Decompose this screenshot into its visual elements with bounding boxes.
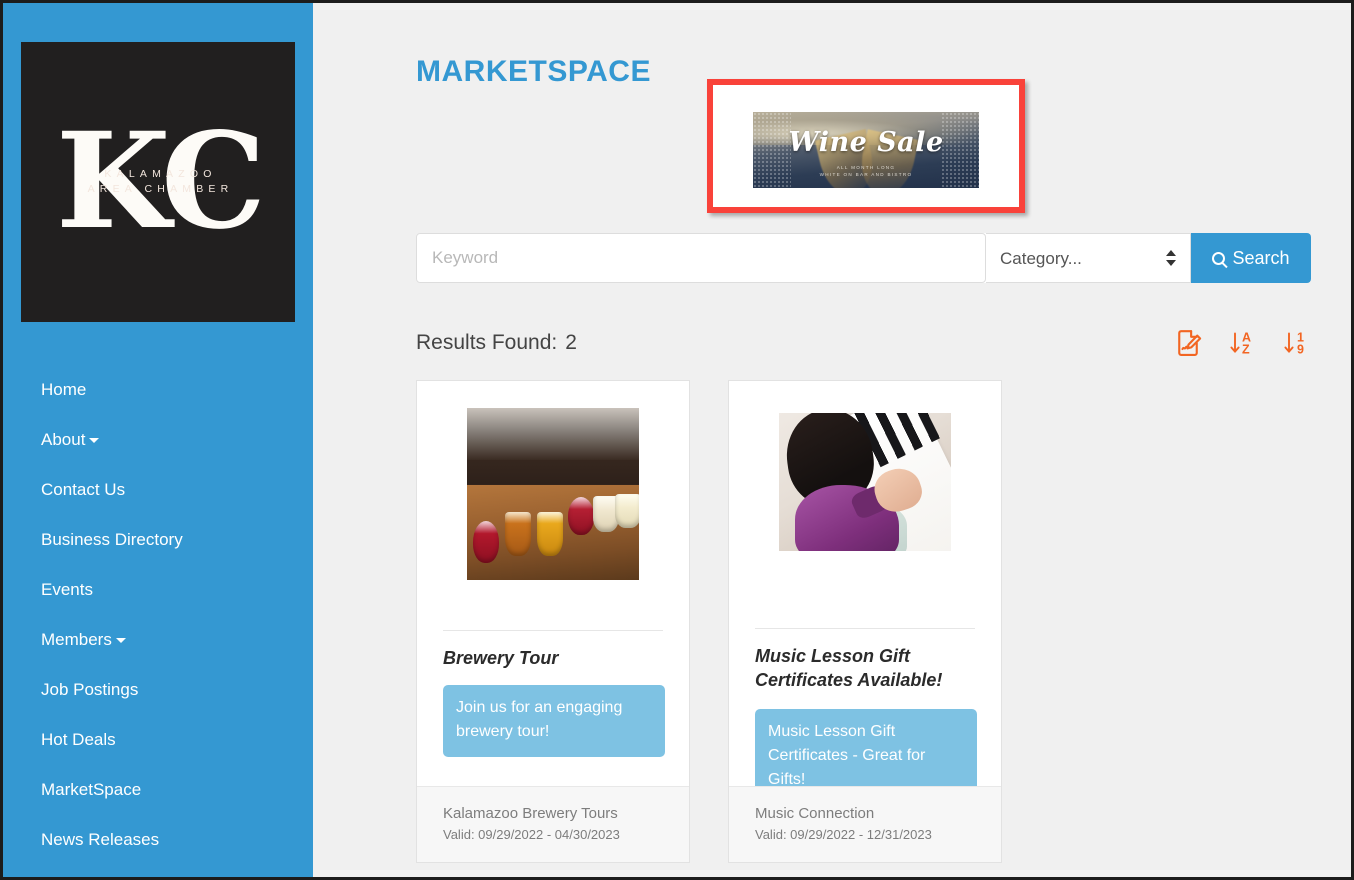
ad-highlight-box: Wine Sale ALL MONTH LONG WHITE ON BAR AN…	[707, 79, 1025, 213]
sidebar-item-news-releases[interactable]: News Releases	[3, 815, 313, 865]
card-image	[467, 408, 639, 580]
page-title: MARKETSPACE	[416, 55, 651, 88]
browser-viewport: KC KALAMAZOO AREA CHAMBER Home About Con…	[0, 0, 1354, 880]
banner-subtitle-line1: ALL MONTH LONG	[836, 165, 896, 170]
search-icon	[1212, 251, 1226, 265]
sidebar-item-business-directory[interactable]: Business Directory	[3, 515, 313, 565]
piano-lesson-photo	[779, 413, 951, 551]
sidebar-item-label: About	[41, 430, 86, 449]
card-divider	[755, 628, 975, 629]
search-input[interactable]	[416, 233, 986, 283]
category-select[interactable]: Category...	[986, 234, 1190, 282]
beer-flight-photo	[467, 408, 639, 580]
sidebar-item-label: Business Directory	[41, 530, 183, 549]
sidebar-item-events[interactable]: Events	[3, 565, 313, 615]
sidebar-item-marketspace[interactable]: MarketSpace	[3, 765, 313, 815]
card-title: Brewery Tour	[443, 648, 559, 668]
sidebar-item-home[interactable]: Home	[3, 365, 313, 415]
card-footer: Music Connection Valid: 09/29/2022 - 12/…	[729, 786, 1001, 862]
sidebar-item-label: News Releases	[41, 830, 160, 849]
card-valid-dates: Valid: 09/29/2022 - 04/30/2023	[443, 827, 620, 842]
card-company: Music Connection	[755, 805, 875, 822]
main-content: MARKETSPACE Wine Sale ALL MONTH LONG WHI…	[313, 3, 1351, 877]
sidebar-item-label: Members	[41, 630, 112, 649]
banner-subtitle-line2: WHITE ON BAR AND BISTRO	[819, 172, 913, 177]
card-body: Brewery Tour Join us for an engaging bre…	[417, 408, 689, 815]
results-found-label: Results Found:	[416, 331, 558, 354]
card-badge: Join us for an engaging brewery tour!	[443, 685, 665, 757]
logo-wordmark-line2: AREA CHAMBER	[87, 183, 234, 195]
search-button[interactable]: Search	[1191, 233, 1311, 283]
wine-sale-banner-ad[interactable]: Wine Sale ALL MONTH LONG WHITE ON BAR AN…	[753, 112, 979, 188]
sidebar-item-label: Job Postings	[41, 680, 139, 699]
search-button-label: Search	[1232, 247, 1290, 268]
chevron-down-icon	[115, 638, 126, 643]
marketspace-card[interactable]: Music Lesson Gift Certificates Available…	[728, 380, 1002, 863]
marketspace-card[interactable]: Brewery Tour Join us for an engaging bre…	[416, 380, 690, 863]
category-select-wrapper[interactable]: Category...	[986, 233, 1191, 283]
chevron-down-icon	[89, 438, 100, 443]
logo-wordmark: KALAMAZOO AREA CHAMBER	[21, 167, 295, 197]
logo-wordmark-line1: KALAMAZOO	[104, 168, 217, 180]
chamber-logo[interactable]: KC KALAMAZOO AREA CHAMBER	[21, 42, 295, 322]
sidebar-item-contact-us[interactable]: Contact Us	[3, 465, 313, 515]
sidebar-item-hot-deals[interactable]: Hot Deals	[3, 715, 313, 765]
sort-tools: A Z 1 9	[1173, 328, 1311, 358]
sidebar-item-label: Home	[41, 380, 87, 399]
sidebar-item-job-postings[interactable]: Job Postings	[3, 665, 313, 715]
banner-subtitle: ALL MONTH LONG WHITE ON BAR AND BISTRO	[753, 164, 979, 178]
sidebar-item-about[interactable]: About	[3, 415, 313, 465]
card-footer: Kalamazoo Brewery Tours Valid: 09/29/202…	[417, 786, 689, 862]
sidebar: KC KALAMAZOO AREA CHAMBER Home About Con…	[3, 3, 313, 877]
card-valid-dates: Valid: 09/29/2022 - 12/31/2023	[755, 827, 932, 842]
sidebar-nav: Home About Contact Us Business Directory…	[3, 365, 313, 865]
results-header: Results Found: 2 A Z 1 9	[416, 328, 1311, 368]
card-divider	[443, 630, 663, 631]
card-image	[779, 413, 951, 551]
sidebar-item-members[interactable]: Members	[3, 615, 313, 665]
card-title: Music Lesson Gift Certificates Available…	[755, 646, 943, 690]
card-body: Music Lesson Gift Certificates Available…	[729, 413, 1001, 820]
sidebar-item-label: Contact Us	[41, 480, 126, 499]
svg-text:9: 9	[1297, 343, 1304, 357]
search-bar: Category... Search	[416, 233, 1311, 283]
sidebar-item-label: Hot Deals	[41, 730, 116, 749]
results-found: Results Found: 2	[416, 331, 577, 355]
sidebar-item-label: Events	[41, 580, 93, 599]
sidebar-item-label: MarketSpace	[41, 780, 142, 799]
banner-title: Wine Sale	[788, 127, 944, 158]
results-found-count: 2	[565, 331, 577, 354]
sort-numeric-down-icon[interactable]: 1 9	[1281, 328, 1311, 358]
card-company: Kalamazoo Brewery Tours	[443, 805, 618, 822]
file-signature-icon[interactable]	[1173, 328, 1203, 358]
sort-alpha-down-icon[interactable]: A Z	[1227, 328, 1257, 358]
svg-text:Z: Z	[1242, 343, 1250, 357]
